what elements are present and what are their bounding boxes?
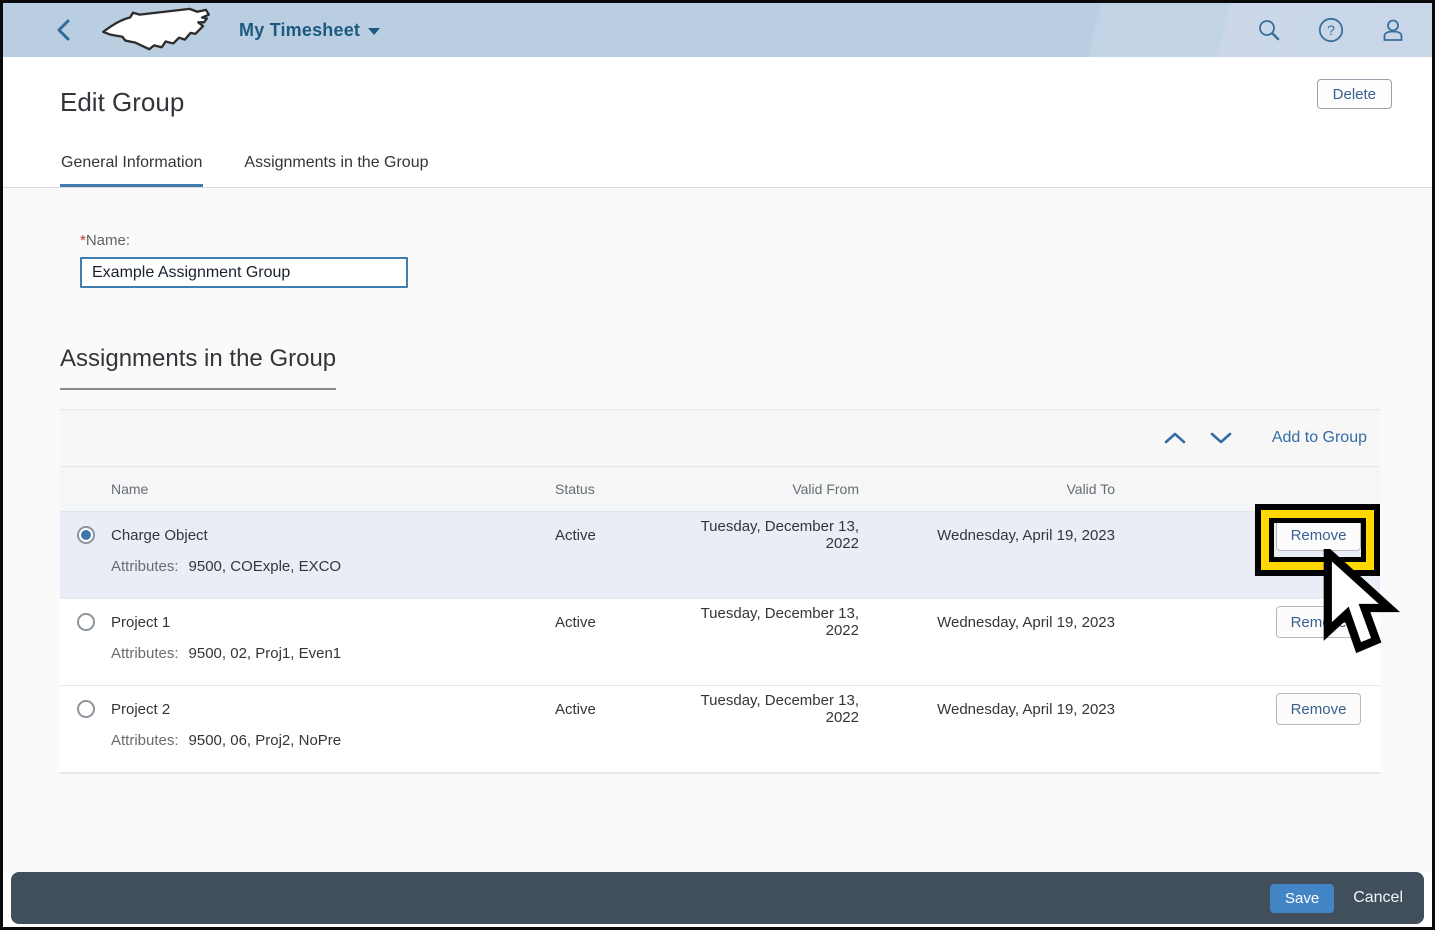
assignment-name: Project 1: [111, 614, 555, 631]
page-title: Edit Group: [60, 87, 184, 118]
page-header: Edit Group Delete General Information As…: [3, 57, 1432, 188]
assignment-name: Project 2: [111, 701, 555, 718]
add-to-group-link[interactable]: Add to Group: [1272, 429, 1367, 447]
assignment-valid-from: Tuesday, December 13, 2022: [665, 605, 859, 639]
assignment-valid-to: Wednesday, April 19, 2023: [859, 614, 1115, 631]
question-mark-icon: ?: [1318, 17, 1344, 43]
assignment-valid-from: Tuesday, December 13, 2022: [665, 518, 859, 552]
remove-button[interactable]: Remove: [1276, 519, 1361, 551]
tab-bar: General Information Assignments in the G…: [3, 144, 1432, 188]
column-header-valid-to: Valid To: [859, 481, 1115, 497]
save-button[interactable]: Save: [1270, 884, 1334, 913]
assignment-name: Charge Object: [111, 527, 555, 544]
attributes-values: 9500, 06, Proj2, NoPre: [189, 732, 342, 749]
cancel-button[interactable]: Cancel: [1353, 889, 1403, 907]
assignment-status: Active: [555, 701, 665, 718]
row-radio[interactable]: [77, 613, 95, 631]
assignment-valid-to: Wednesday, April 19, 2023: [859, 701, 1115, 718]
back-button[interactable]: [47, 14, 79, 46]
table-row[interactable]: Project 2 Active Tuesday, December 13, 2…: [60, 686, 1380, 773]
attributes-values: 9500, 02, Proj1, Even1: [189, 645, 342, 662]
tab-general-information[interactable]: General Information: [60, 144, 203, 187]
table-row[interactable]: Charge Object Active Tuesday, December 1…: [60, 512, 1380, 599]
north-carolina-logo: [97, 6, 215, 54]
name-input[interactable]: [80, 257, 408, 288]
footer-bar: Save Cancel: [11, 872, 1424, 924]
content-area: *Name: Assignments in the Group Add to G…: [3, 188, 1432, 872]
name-field-label: *Name:: [80, 232, 1432, 249]
column-header-name: Name: [111, 481, 555, 497]
assignment-valid-from: Tuesday, December 13, 2022: [665, 692, 859, 726]
attributes-values: 9500, COExple, EXCO: [189, 558, 342, 575]
column-header-status: Status: [555, 481, 665, 497]
table-header-row: Name Status Valid From Valid To: [60, 467, 1380, 512]
delete-button[interactable]: Delete: [1317, 79, 1392, 109]
remove-button[interactable]: Remove: [1276, 693, 1361, 725]
row-radio-selected[interactable]: [77, 526, 95, 544]
column-header-valid-from: Valid From: [665, 481, 859, 497]
shell-header: My Timesheet ?: [3, 3, 1432, 57]
assignments-table: Add to Group Name Status Valid From Vali…: [60, 409, 1380, 774]
svg-text:?: ?: [1327, 22, 1335, 38]
assignment-status: Active: [555, 527, 665, 544]
table-row[interactable]: Project 1 Active Tuesday, December 13, 2…: [60, 599, 1380, 686]
assignment-valid-to: Wednesday, April 19, 2023: [859, 527, 1115, 544]
search-button[interactable]: [1256, 17, 1282, 43]
remove-button[interactable]: Remove: [1276, 606, 1361, 638]
tab-assignments-in-the-group[interactable]: Assignments in the Group: [243, 144, 429, 187]
move-down-button[interactable]: [1198, 423, 1244, 453]
search-icon: [1257, 18, 1281, 42]
table-toolbar: Add to Group: [60, 410, 1380, 467]
profile-button[interactable]: [1380, 17, 1406, 43]
help-button[interactable]: ?: [1318, 17, 1344, 43]
attributes-label: Attributes:: [111, 645, 179, 662]
app-title-menu[interactable]: My Timesheet: [239, 20, 380, 41]
attributes-label: Attributes:: [111, 558, 179, 575]
person-icon: [1380, 17, 1406, 43]
attributes-label: Attributes:: [111, 732, 179, 749]
chevron-up-icon: [1164, 431, 1186, 445]
dropdown-caret-icon: [368, 28, 380, 35]
row-radio[interactable]: [77, 700, 95, 718]
move-up-button[interactable]: [1152, 423, 1198, 453]
app-title: My Timesheet: [239, 20, 360, 41]
section-title: Assignments in the Group: [60, 345, 336, 390]
chevron-left-icon: [54, 18, 72, 42]
app-window: My Timesheet ?: [0, 0, 1435, 930]
assignment-status: Active: [555, 614, 665, 631]
chevron-down-icon: [1210, 431, 1232, 445]
